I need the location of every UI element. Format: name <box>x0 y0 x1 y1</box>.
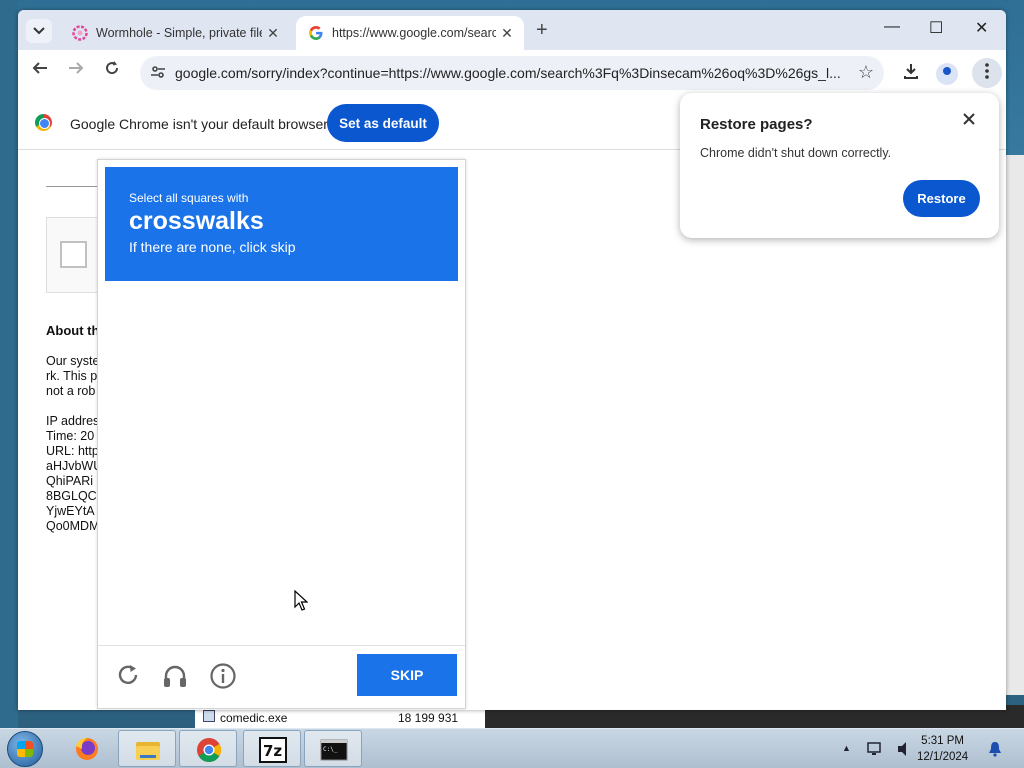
notifications-icon[interactable] <box>988 741 1002 760</box>
back-button[interactable] <box>28 60 52 81</box>
challenge-header: Select all squares with crosswalks If th… <box>105 167 458 281</box>
infobar-message: Google Chrome isn't your default browser <box>70 116 328 132</box>
tab-title: Wormhole - Simple, private file <box>96 26 262 40</box>
grid-tile[interactable] <box>105 375 191 461</box>
info-icon[interactable] <box>209 662 237 690</box>
system-clock[interactable]: 5:31 PM 12/1/2024 <box>917 733 968 765</box>
chrome-logo-icon <box>35 114 52 131</box>
grid-tile[interactable] <box>193 287 280 373</box>
network-icon[interactable] <box>866 741 884 760</box>
challenge-object: crosswalks <box>129 207 264 235</box>
tab-close-button[interactable]: ✕ <box>262 25 284 42</box>
start-button[interactable] <box>7 731 43 767</box>
restore-button[interactable]: Restore <box>903 180 980 217</box>
taskbar-chrome[interactable] <box>179 730 237 767</box>
tab-wormhole[interactable]: Wormhole - Simple, private file ✕ <box>60 16 290 50</box>
chevron-down-icon <box>33 27 45 35</box>
reload-icon <box>106 61 119 75</box>
dialog-title: Restore pages? <box>700 116 813 133</box>
about-heading: About th <box>46 323 100 338</box>
tab-strip: Wormhole - Simple, private file ✕ https:… <box>18 10 1006 50</box>
grid-tile[interactable] <box>105 287 191 373</box>
maximize-button[interactable]: ☐ <box>929 18 943 38</box>
grid-tile[interactable] <box>105 551 191 637</box>
challenge-footer: SKIP <box>98 645 465 708</box>
tab-close-button[interactable]: ✕ <box>496 25 518 42</box>
browser-toolbar: google.com/sorry/index?continue=https://… <box>18 50 1006 96</box>
firefox-icon <box>76 738 98 760</box>
new-tab-button[interactable]: + <box>536 19 548 42</box>
downloads-icon[interactable] <box>902 62 920 85</box>
grid-tile[interactable] <box>371 287 457 373</box>
skip-button[interactable]: SKIP <box>357 654 457 696</box>
more-vert-icon <box>985 63 989 79</box>
clock-time: 5:31 PM <box>921 735 964 747</box>
chrome-icon <box>197 738 222 763</box>
background-window-edge <box>1006 155 1024 695</box>
volume-icon[interactable] <box>896 741 914 760</box>
taskbar-firefox[interactable] <box>58 730 116 767</box>
challenge-grid <box>105 287 457 637</box>
challenge-hint: If there are none, click skip <box>129 239 296 255</box>
dialog-message: Chrome didn't shut down correctly. <box>700 146 892 160</box>
cmd-icon: C:\_ <box>320 739 348 761</box>
google-favicon-icon <box>309 26 323 40</box>
grid-tile[interactable] <box>193 375 280 461</box>
set-as-default-button[interactable]: Set as default <box>327 104 439 142</box>
dialog-close-icon[interactable] <box>963 112 975 130</box>
profile-avatar-icon[interactable] <box>936 63 958 85</box>
site-settings-icon[interactable] <box>150 64 166 83</box>
taskbar-file-explorer[interactable] <box>118 730 176 767</box>
grid-tile[interactable] <box>193 463 280 549</box>
reload-button[interactable] <box>100 60 124 81</box>
grid-tile[interactable] <box>371 463 457 549</box>
tab-search-button[interactable] <box>26 19 52 43</box>
url-text[interactable]: google.com/sorry/index?continue=https://… <box>175 65 840 81</box>
7zip-icon: 7z <box>259 737 287 763</box>
taskbar-7zip[interactable]: 7z <box>243 730 301 767</box>
bookmark-star-icon[interactable]: ☆ <box>858 62 874 83</box>
reload-challenge-icon[interactable] <box>114 662 142 690</box>
recaptcha-checkbox[interactable] <box>60 241 87 268</box>
grid-tile[interactable] <box>371 551 457 637</box>
tab-title: https://www.google.com/search <box>332 26 496 40</box>
recaptcha-challenge: Select all squares with crosswalks If th… <box>97 159 466 709</box>
grid-tile[interactable] <box>282 375 369 461</box>
clock-date: 12/1/2024 <box>917 751 969 763</box>
grid-tile[interactable] <box>282 287 369 373</box>
wormhole-favicon-icon <box>72 25 88 41</box>
taskbar: 7z C:\_ ▲ 5:31 PM 12/1/2024 <box>0 728 1024 768</box>
taskbar-cmd[interactable]: C:\_ <box>304 730 362 767</box>
file-name[interactable]: comedic.exe <box>220 711 287 725</box>
close-window-button[interactable]: ✕ <box>975 18 988 38</box>
grid-tile[interactable] <box>193 551 280 637</box>
cmd-label: C:\_ <box>323 746 338 753</box>
audio-challenge-icon[interactable] <box>161 662 189 690</box>
grid-tile[interactable] <box>105 463 191 549</box>
file-explorer-icon <box>136 742 160 760</box>
grid-tile[interactable] <box>282 463 369 549</box>
chrome-menu-button[interactable] <box>972 58 1002 88</box>
mouse-cursor-icon <box>294 590 308 611</box>
show-hidden-icons-button[interactable]: ▲ <box>842 743 851 753</box>
address-bar[interactable]: google.com/sorry/index?continue=https://… <box>140 56 884 90</box>
back-arrow-icon <box>32 62 47 74</box>
file-icon <box>203 710 215 722</box>
tab-google-search[interactable]: https://www.google.com/search ✕ <box>296 16 524 50</box>
forward-button[interactable] <box>64 60 88 81</box>
restore-pages-dialog: Restore pages? Chrome didn't shut down c… <box>680 93 999 238</box>
7zip-label: 7z <box>263 742 282 760</box>
minimize-button[interactable]: — <box>884 18 900 36</box>
forward-arrow-icon <box>69 62 84 74</box>
file-size: 18 199 931 <box>398 711 459 725</box>
desktop-icons-column <box>0 0 18 728</box>
challenge-instruction: Select all squares with <box>129 191 249 205</box>
grid-tile[interactable] <box>371 375 457 461</box>
